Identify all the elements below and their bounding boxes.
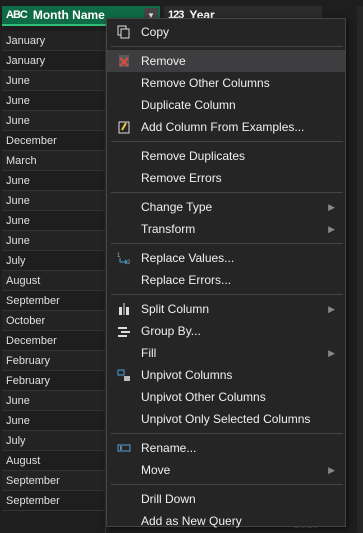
menu-item-label: Remove [141,54,186,68]
month-name-column: January January June June June December … [2,31,105,511]
menu-item-label: Rename... [141,441,197,455]
menu-item-label: Copy [141,25,170,39]
menu-item-label: Replace Errors... [141,273,232,287]
menu-item-label: Add Column From Examples... [141,120,305,134]
menu-item-label: Drill Down [141,492,196,506]
menu-separator [111,294,343,295]
menu-item-copy[interactable]: Copy [107,21,345,43]
table-cell[interactable]: January [2,31,105,51]
table-cell[interactable]: June [2,411,105,431]
menu-item-label: Unpivot Columns [141,368,233,382]
menu-separator [111,141,343,142]
menu-item-label: Replace Values... [141,251,235,265]
table-cell[interactable]: September [2,491,105,511]
menu-item-label: Unpivot Other Columns [141,390,266,404]
column-from-examples-icon [111,116,137,138]
split-column-icon [111,298,137,320]
copy-icon [111,21,137,43]
menu-item-fill[interactable]: Fill ▶ [107,342,345,364]
table-cell[interactable]: September [2,471,105,491]
menu-separator [111,192,343,193]
table-cell[interactable]: December [2,131,105,151]
table-cell[interactable]: July [2,431,105,451]
menu-separator [111,484,343,485]
menu-item-split-column[interactable]: Split Column ▶ [107,298,345,320]
menu-item-label: Add as New Query [141,514,242,528]
menu-item-add-column-from-examples[interactable]: Add Column From Examples... [107,116,345,138]
table-cell[interactable]: June [2,191,105,211]
menu-separator [111,46,343,47]
menu-separator [111,243,343,244]
menu-item-drill-down[interactable]: Drill Down [107,488,345,510]
menu-item-label: Group By... [141,324,201,338]
unpivot-columns-icon [111,364,137,386]
menu-item-label: Remove Other Columns [141,76,270,90]
table-cell[interactable]: October [2,311,105,331]
menu-item-change-type[interactable]: Change Type ▶ [107,196,345,218]
menu-item-label: Remove Duplicates [141,149,246,163]
table-cell[interactable]: August [2,271,105,291]
table-cell[interactable]: December [2,331,105,351]
menu-item-remove-other-columns[interactable]: Remove Other Columns [107,72,345,94]
table-cell[interactable]: September [2,291,105,311]
table-cell[interactable]: June [2,91,105,111]
menu-item-label: Unpivot Only Selected Columns [141,412,311,426]
menu-item-label: Split Column [141,302,210,316]
menu-item-remove-duplicates[interactable]: Remove Duplicates [107,145,345,167]
table-cell[interactable]: August [2,451,105,471]
menu-item-transform[interactable]: Transform ▶ [107,218,345,240]
menu-item-label: Change Type [141,200,213,214]
menu-separator [111,433,343,434]
menu-item-unpivot-only-selected-columns[interactable]: Unpivot Only Selected Columns [107,408,345,430]
menu-item-rename[interactable]: Rename... [107,437,345,459]
menu-item-unpivot-columns[interactable]: Unpivot Columns [107,364,345,386]
menu-item-label: Duplicate Column [141,98,236,112]
table-cell[interactable]: June [2,231,105,251]
menu-item-remove[interactable]: Remove [107,50,345,72]
menu-item-unpivot-other-columns[interactable]: Unpivot Other Columns [107,386,345,408]
menu-item-label: Fill [141,346,157,360]
menu-item-duplicate-column[interactable]: Duplicate Column [107,94,345,116]
table-cell[interactable]: January [2,51,105,71]
menu-item-replace-values[interactable]: 12 Replace Values... [107,247,345,269]
menu-item-label: Move [141,463,171,477]
text-type-icon[interactable]: ABC [6,9,28,21]
table-cell[interactable]: June [2,71,105,91]
replace-values-icon: 12 [111,247,137,269]
table-cell[interactable]: March [2,151,105,171]
chevron-right-icon: ▶ [328,465,335,475]
chevron-right-icon: ▶ [328,224,335,234]
menu-item-label: Remove Errors [141,171,222,185]
menu-item-label: Transform [141,222,196,236]
rename-icon [111,437,137,459]
menu-item-add-as-new-query[interactable]: Add as New Query [107,510,345,532]
menu-item-move[interactable]: Move ▶ [107,459,345,481]
table-cell[interactable]: June [2,171,105,191]
menu-item-remove-errors[interactable]: Remove Errors [107,167,345,189]
table-cell[interactable]: July [2,251,105,271]
svg-text:2: 2 [127,260,131,265]
chevron-right-icon: ▶ [328,348,335,358]
chevron-right-icon: ▶ [328,304,335,314]
column-context-menu: Copy Remove Remove Other Columns Duplica… [106,18,346,528]
menu-item-group-by[interactable]: Group By... [107,320,345,342]
vertical-scrollbar[interactable] [357,6,363,533]
table-cell[interactable]: February [2,351,105,371]
remove-column-icon [111,50,137,72]
group-by-icon [111,320,137,342]
chevron-right-icon: ▶ [328,202,335,212]
menu-item-replace-errors[interactable]: Replace Errors... [107,269,345,291]
table-cell[interactable]: June [2,211,105,231]
table-cell[interactable]: June [2,111,105,131]
table-cell[interactable]: June [2,391,105,411]
table-cell[interactable]: February [2,371,105,391]
